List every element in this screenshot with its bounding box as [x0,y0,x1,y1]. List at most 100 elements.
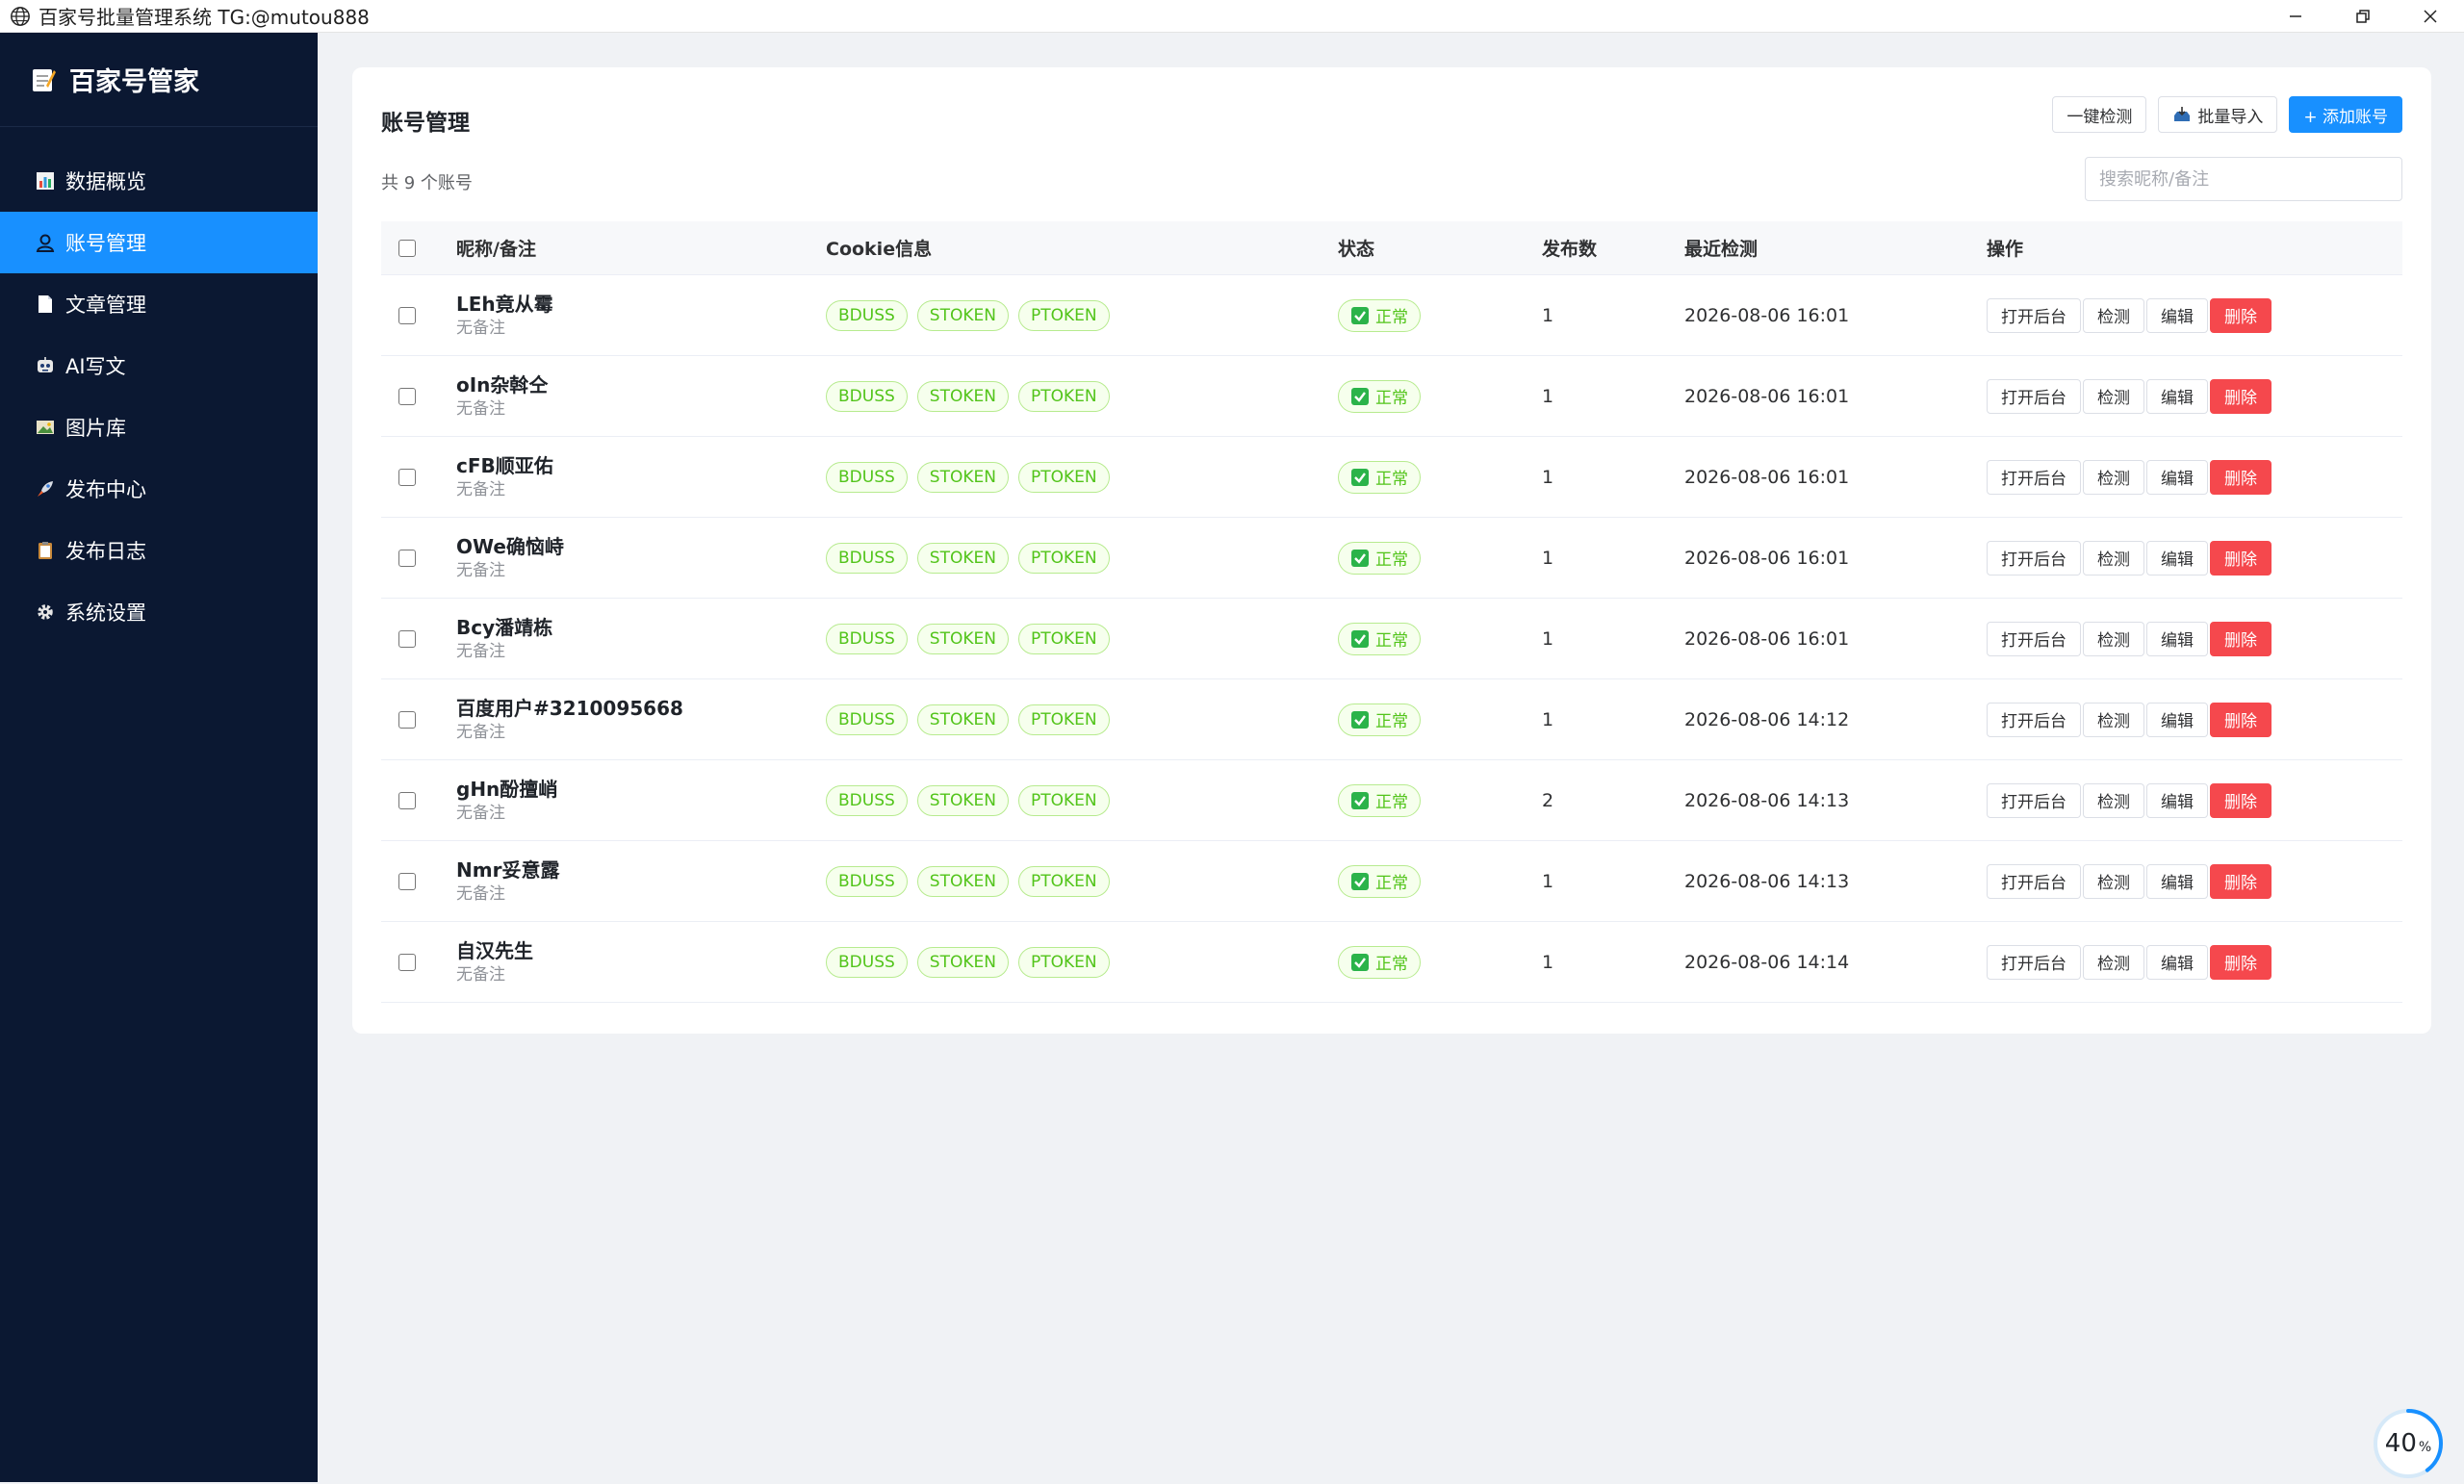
account-remark: 无备注 [456,479,505,499]
published-count: 2 [1542,789,1554,811]
row-checkbox[interactable] [398,629,416,648]
sidebar-item-label: 图片库 [65,417,126,440]
restore-button[interactable] [2329,0,2397,33]
robot-icon [35,355,56,376]
check-button[interactable]: 检测 [2083,540,2144,576]
check-button[interactable]: 检测 [2083,459,2144,495]
delete-button[interactable]: 删除 [2210,944,2272,980]
row-actions: 打开后台 检测 编辑 删除 [1987,621,2306,656]
cookie-tag-stoken: STOKEN [916,542,1009,574]
sidebar-item-picture-library[interactable]: 图片库 [0,397,318,458]
account-remark: 无备注 [456,641,505,661]
edit-button[interactable]: 编辑 [2146,540,2208,576]
edit-button[interactable]: 编辑 [2146,782,2208,818]
clipboard-icon [35,540,56,561]
brand: 百家号管家 [0,33,318,127]
status-badge: 正常 [1338,298,1421,332]
cookie-tag-ptoken: PTOKEN [1017,299,1110,331]
open-backend-button[interactable]: 打开后台 [1987,297,2081,333]
last-check-time: 2026-08-06 14:14 [1684,951,1850,973]
status-badge: 正常 [1338,703,1421,736]
cookie-tag-bduss: BDUSS [826,784,908,816]
check-button[interactable]: 检测 [2083,863,2144,899]
open-backend-button[interactable]: 打开后台 [1987,944,2081,980]
picture-icon [35,417,56,438]
open-backend-button[interactable]: 打开后台 [1987,378,2081,414]
cookie-tag-bduss: BDUSS [826,380,908,412]
delete-button[interactable]: 删除 [2210,702,2272,737]
gear-icon [35,601,56,623]
delete-button[interactable]: 删除 [2210,621,2272,656]
check-button[interactable]: 检测 [2083,621,2144,656]
delete-button[interactable]: 删除 [2210,459,2272,495]
row-checkbox[interactable] [398,791,416,809]
sidebar-item-account-management[interactable]: 账号管理 [0,212,318,273]
edit-button[interactable]: 编辑 [2146,702,2208,737]
open-backend-button[interactable]: 打开后台 [1987,621,2081,656]
open-backend-button[interactable]: 打开后台 [1987,459,2081,495]
row-checkbox[interactable] [398,468,416,486]
column-header-cookie: Cookie信息 [826,239,933,260]
column-header-actions: 操作 [1987,239,2024,260]
row-checkbox[interactable] [398,387,416,405]
check-button[interactable]: 检测 [2083,782,2144,818]
edit-button[interactable]: 编辑 [2146,944,2208,980]
row-actions: 打开后台 检测 编辑 删除 [1987,459,2306,495]
row-checkbox[interactable] [398,306,416,324]
table-row: Nmr妥意露 无备注 BDUSS STOKEN PTOKEN 正常 1 2026… [381,841,2402,922]
sidebar-item-article-management[interactable]: 文章管理 [0,273,318,335]
last-check-time: 2026-08-06 16:01 [1684,385,1850,407]
account-nickname: 百度用户#3210095668 [456,696,683,720]
status-text: 正常 [1375,308,1408,327]
delete-button[interactable]: 删除 [2210,863,2272,899]
published-count: 1 [1542,951,1554,973]
cookie-tag-bduss: BDUSS [826,704,908,735]
check-button[interactable]: 检测 [2083,702,2144,737]
close-window-button[interactable] [2397,0,2464,33]
sidebar-item-publish-center[interactable]: 发布中心 [0,458,318,520]
row-checkbox[interactable] [398,953,416,971]
delete-button[interactable]: 删除 [2210,782,2272,818]
edit-button[interactable]: 编辑 [2146,621,2208,656]
memo-icon [33,68,56,91]
delete-button[interactable]: 删除 [2210,540,2272,576]
check-button[interactable]: 检测 [2083,297,2144,333]
sidebar-item-label: 发布日志 [65,540,146,563]
check-button[interactable]: 检测 [2083,944,2144,980]
table-row: oIn杂斡仝 无备注 BDUSS STOKEN PTOKEN 正常 1 2026… [381,356,2402,437]
check-button[interactable]: 检测 [2083,378,2144,414]
open-backend-button[interactable]: 打开后台 [1987,540,2081,576]
globe-icon [11,6,30,26]
edit-button[interactable]: 编辑 [2146,459,2208,495]
row-checkbox[interactable] [398,872,416,890]
document-icon [35,294,56,315]
table-header: 昵称/备注 Cookie信息 状态 发布数 最近检测 操作 [381,221,2402,275]
batch-import-button[interactable]: 批量导入 [2158,96,2278,133]
edit-button[interactable]: 编辑 [2146,378,2208,414]
account-nickname: oIn杂斡仝 [456,372,549,397]
cookie-tag-ptoken: PTOKEN [1017,865,1110,897]
table-row: gHn酚擅峭 无备注 BDUSS STOKEN PTOKEN 正常 2 2026… [381,760,2402,841]
select-all-checkbox[interactable] [398,239,416,257]
delete-button[interactable]: 删除 [2210,297,2272,333]
sidebar-item-ai-writing[interactable]: AI写文 [0,335,318,397]
add-account-button[interactable]: + 添加账号 [2289,96,2402,133]
open-backend-button[interactable]: 打开后台 [1987,702,2081,737]
sidebar-item-data-overview[interactable]: 数据概览 [0,150,318,212]
delete-button[interactable]: 删除 [2210,378,2272,414]
search-input[interactable] [2085,157,2402,201]
check-mark-icon [1351,872,1369,890]
edit-button[interactable]: 编辑 [2146,863,2208,899]
row-checkbox[interactable] [398,710,416,729]
cookie-tag-stoken: STOKEN [916,299,1009,331]
edit-button[interactable]: 编辑 [2146,297,2208,333]
sidebar-item-system-settings[interactable]: 系统设置 [0,581,318,643]
row-checkbox[interactable] [398,549,416,567]
cookie-tag-bduss: BDUSS [826,865,908,897]
progress-indicator: 40 % [2372,1407,2445,1480]
open-backend-button[interactable]: 打开后台 [1987,863,2081,899]
minimize-button[interactable] [2262,0,2329,33]
open-backend-button[interactable]: 打开后台 [1987,782,2081,818]
sidebar-item-publish-log[interactable]: 发布日志 [0,520,318,581]
check-all-button[interactable]: 一键检测 [2052,96,2147,133]
